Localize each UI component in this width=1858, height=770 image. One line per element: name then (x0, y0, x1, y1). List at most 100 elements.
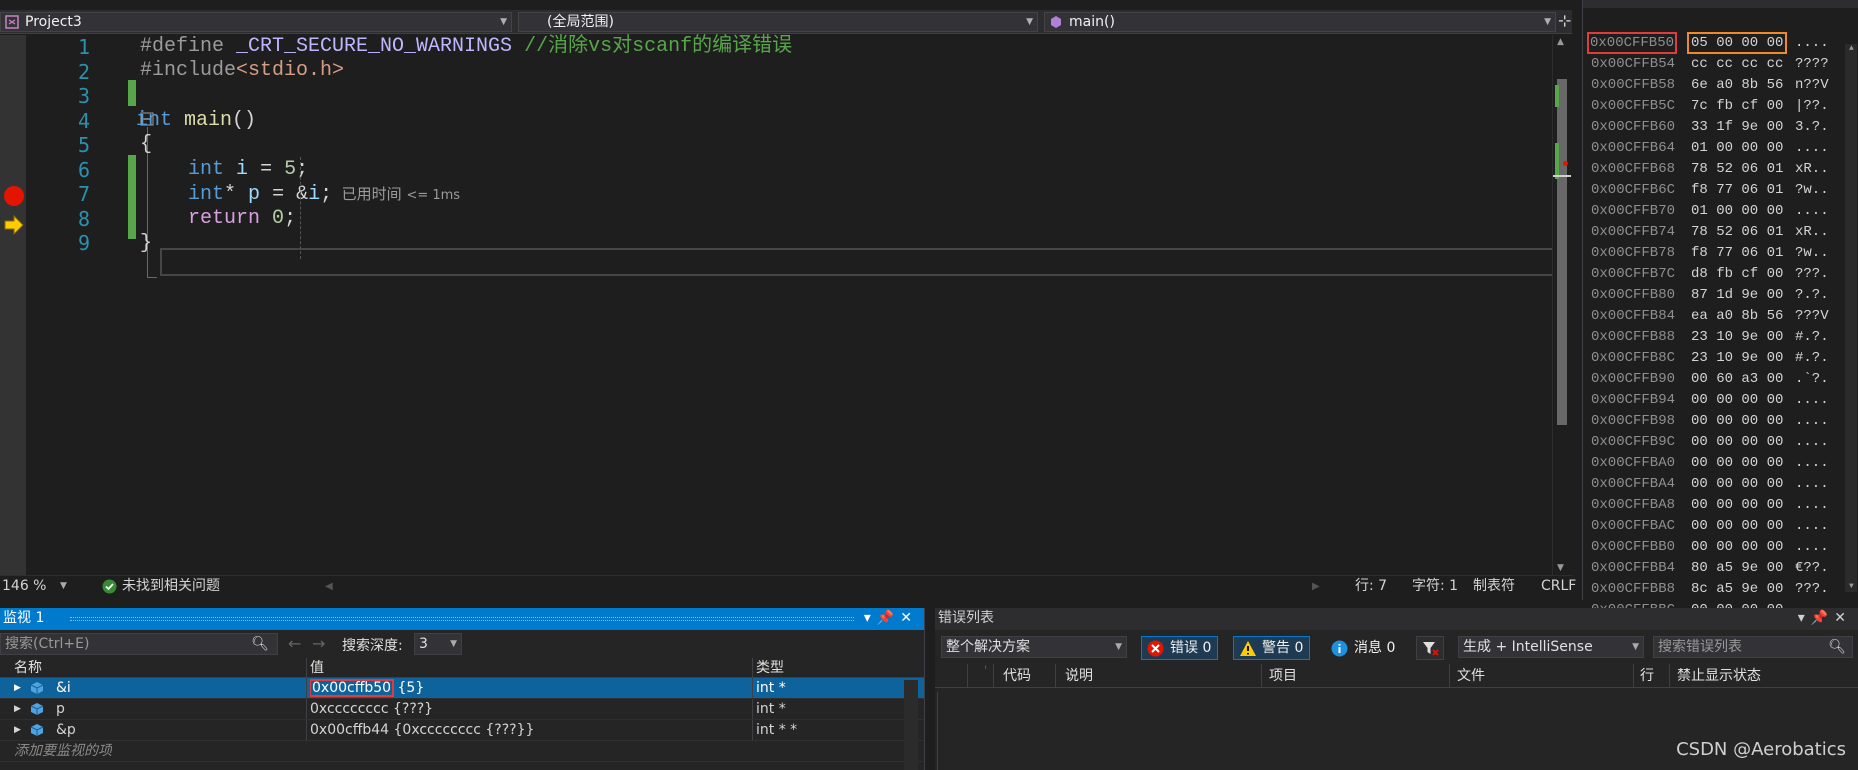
scroll-right-icon[interactable]: ▶ (1312, 576, 1320, 597)
forward-arrow-icon[interactable]: → (312, 634, 325, 653)
char-indicator[interactable]: 字符: 1 (1412, 576, 1458, 597)
search-icon[interactable]: 🔍︎ (251, 634, 269, 654)
error-list-title-bar[interactable]: 错误列表 ▾📌✕ (935, 608, 1858, 630)
errors-filter-button[interactable]: 错误 0 (1141, 636, 1219, 660)
pin-icon[interactable]: 📌 (1811, 610, 1834, 626)
watch-value[interactable]: 0xcccccccc {???} (310, 699, 433, 719)
tabs-indicator[interactable]: 制表符 (1473, 576, 1515, 597)
project-dropdown[interactable]: Project3 ▼ (0, 12, 512, 32)
memory-address: 0x00CFFB50 (1586, 32, 1678, 54)
memory-scrollbar[interactable]: ▲ ▼ (1845, 44, 1857, 592)
warnings-filter-button[interactable]: 警告 0 (1233, 636, 1311, 660)
watch-row[interactable]: ▶ &i 0x00cffb50 {5} int * (0, 678, 924, 699)
column-description[interactable]: 说明 (1065, 664, 1093, 688)
watch-value[interactable]: 0x00cffb50 {5} (310, 678, 424, 698)
issues-status[interactable]: 未找到相关问题 (122, 576, 220, 597)
column-line[interactable]: 行 (1640, 664, 1654, 688)
memory-address: 0x00CFFBA4 (1591, 476, 1676, 492)
watch-scrollbar[interactable] (904, 680, 918, 770)
column-code[interactable]: 代码 (1003, 664, 1031, 688)
watch-title-bar[interactable]: 监视 1 ▾📌✕ (0, 608, 924, 630)
scroll-left-icon[interactable]: ◀ (325, 576, 333, 597)
eol-indicator[interactable]: CRLF (1541, 576, 1576, 597)
scroll-down-icon[interactable]: ▼ (1557, 563, 1564, 573)
line-number: 2 (77, 60, 90, 84)
scroll-down-icon[interactable]: ▼ (1849, 582, 1854, 591)
expand-arrow-icon[interactable]: ▶ (14, 720, 21, 740)
memory-window[interactable]: 0x00CFFB50 05 00 00 00.... 0x00CFFB54 cc cc… (1582, 0, 1858, 618)
split-editor-icon[interactable]: ⊹ (1558, 12, 1572, 32)
code-line[interactable]: return 0; (140, 204, 296, 233)
watch-search-input[interactable]: 搜索(Ctrl+E) 🔍︎ (0, 633, 278, 655)
code-token: 5 (284, 158, 297, 181)
scroll-up-icon[interactable]: ▲ (1849, 44, 1854, 53)
memory-address: 0x00CFFB58 (1591, 77, 1676, 93)
messages-filter-button[interactable]: 消息 0 (1325, 636, 1402, 660)
editor-gutter: 1 2 3 4 5 6 7 8 9 (0, 35, 157, 590)
scroll-up-icon[interactable]: ▲ (1557, 37, 1564, 47)
column-project[interactable]: 项目 (1269, 664, 1297, 688)
column-suppression-state[interactable]: 禁止显示状态 (1677, 664, 1761, 688)
code-token: p (248, 183, 261, 206)
breakpoint-margin[interactable] (0, 35, 26, 590)
watch-value-text: 0xcccccccc {???} (310, 701, 434, 717)
add-watch-row[interactable]: 添加要监视的项 (0, 741, 924, 762)
drag-grip[interactable] (70, 617, 854, 621)
memory-bytes: 80 a5 9e 00 (1691, 560, 1784, 576)
line-number: 9 (77, 231, 90, 255)
watch-value[interactable]: 0x00cffb44 {0xcccccccc {???}} (310, 720, 534, 740)
column-name[interactable]: 名称 (14, 658, 42, 678)
window-menu-icon[interactable]: ▾ (864, 610, 877, 626)
window-menu-icon[interactable]: ▾ (1798, 610, 1811, 626)
watch-row[interactable]: ▶ &p 0x00cffb44 {0xcccccccc {???}} int * * (0, 720, 924, 741)
code-token: () (232, 109, 257, 132)
breakpoint-map-marker (1563, 161, 1568, 166)
variable-icon (30, 682, 44, 694)
code-editor[interactable]: #define _CRT_SECURE_NO_WARNINGS //消除vs对s… (136, 35, 1562, 590)
close-icon[interactable]: ✕ (900, 610, 918, 626)
column-type[interactable]: 类型 (756, 658, 784, 678)
error-search-input[interactable]: 搜索错误列表 🔍︎ (1653, 636, 1853, 658)
build-filter-dropdown[interactable]: 生成 + IntelliSense ▼ (1458, 636, 1644, 658)
expand-arrow-icon[interactable]: ▶ (14, 678, 21, 698)
memory-chars: #.?. (1795, 350, 1829, 366)
scrollbar-thumb[interactable] (1557, 79, 1567, 425)
scope-dropdown[interactable]: (全局范围) ▼ (518, 12, 1038, 32)
back-arrow-icon[interactable]: ← (288, 634, 301, 653)
breakpoint-icon[interactable] (3, 185, 25, 207)
indent-guide (300, 157, 301, 259)
function-dropdown[interactable]: main() ▼ (1044, 12, 1556, 32)
chevron-down-icon: ▼ (500, 17, 507, 27)
memory-bytes: 8c a5 9e 00 (1691, 581, 1784, 597)
expand-arrow-icon[interactable]: ▶ (14, 699, 21, 719)
watch-value-text: {5} (393, 680, 425, 696)
filter-button[interactable] (1416, 636, 1444, 660)
memory-address: 0x00CFFB94 (1591, 392, 1676, 408)
watch-row[interactable]: ▶ p 0xcccccccc {???} int * (0, 699, 924, 720)
memory-address: 0x00CFFBB0 (1591, 539, 1676, 555)
column-file[interactable]: 文件 (1457, 664, 1485, 688)
line-number: 1 (77, 35, 90, 59)
memory-address: 0x00CFFBB8 (1591, 581, 1676, 597)
code-line[interactable]: int main() (136, 106, 256, 135)
memory-chars: .... (1795, 203, 1829, 219)
perf-tip[interactable]: 已用时间 <= 1ms (332, 185, 460, 203)
variable-icon (30, 724, 44, 736)
scope-filter-dropdown[interactable]: 整个解决方案 ▼ (941, 636, 1127, 658)
editor-vertical-scrollbar[interactable]: ▲ ▼ (1552, 35, 1571, 590)
pin-icon[interactable]: 📌 (877, 610, 900, 626)
chevron-down-icon: ▼ (1115, 642, 1122, 652)
line-indicator[interactable]: 行: 7 (1355, 576, 1387, 597)
search-depth-dropdown[interactable]: 3 ▼ (414, 633, 462, 655)
code-token: _CRT_SECURE_NO_WARNINGS (236, 35, 513, 58)
watch-rows: ▶ &i 0x00cffb50 {5} int * ▶ p 0xcccccccc {???}… (0, 678, 924, 741)
search-icon[interactable]: 🔍︎ (1828, 637, 1846, 657)
memory-address: 0x00CFFB80 (1591, 287, 1676, 303)
zoom-dropdown[interactable]: 146 % ▼ (2, 576, 70, 596)
code-line[interactable]: #include<stdio.h> (140, 56, 344, 85)
code-line[interactable]: } (140, 229, 152, 258)
memory-chars: .... (1795, 539, 1829, 555)
memory-address: 0x00CFFB70 (1591, 203, 1676, 219)
close-icon[interactable]: ✕ (1834, 610, 1852, 626)
column-value[interactable]: 值 (310, 658, 324, 678)
